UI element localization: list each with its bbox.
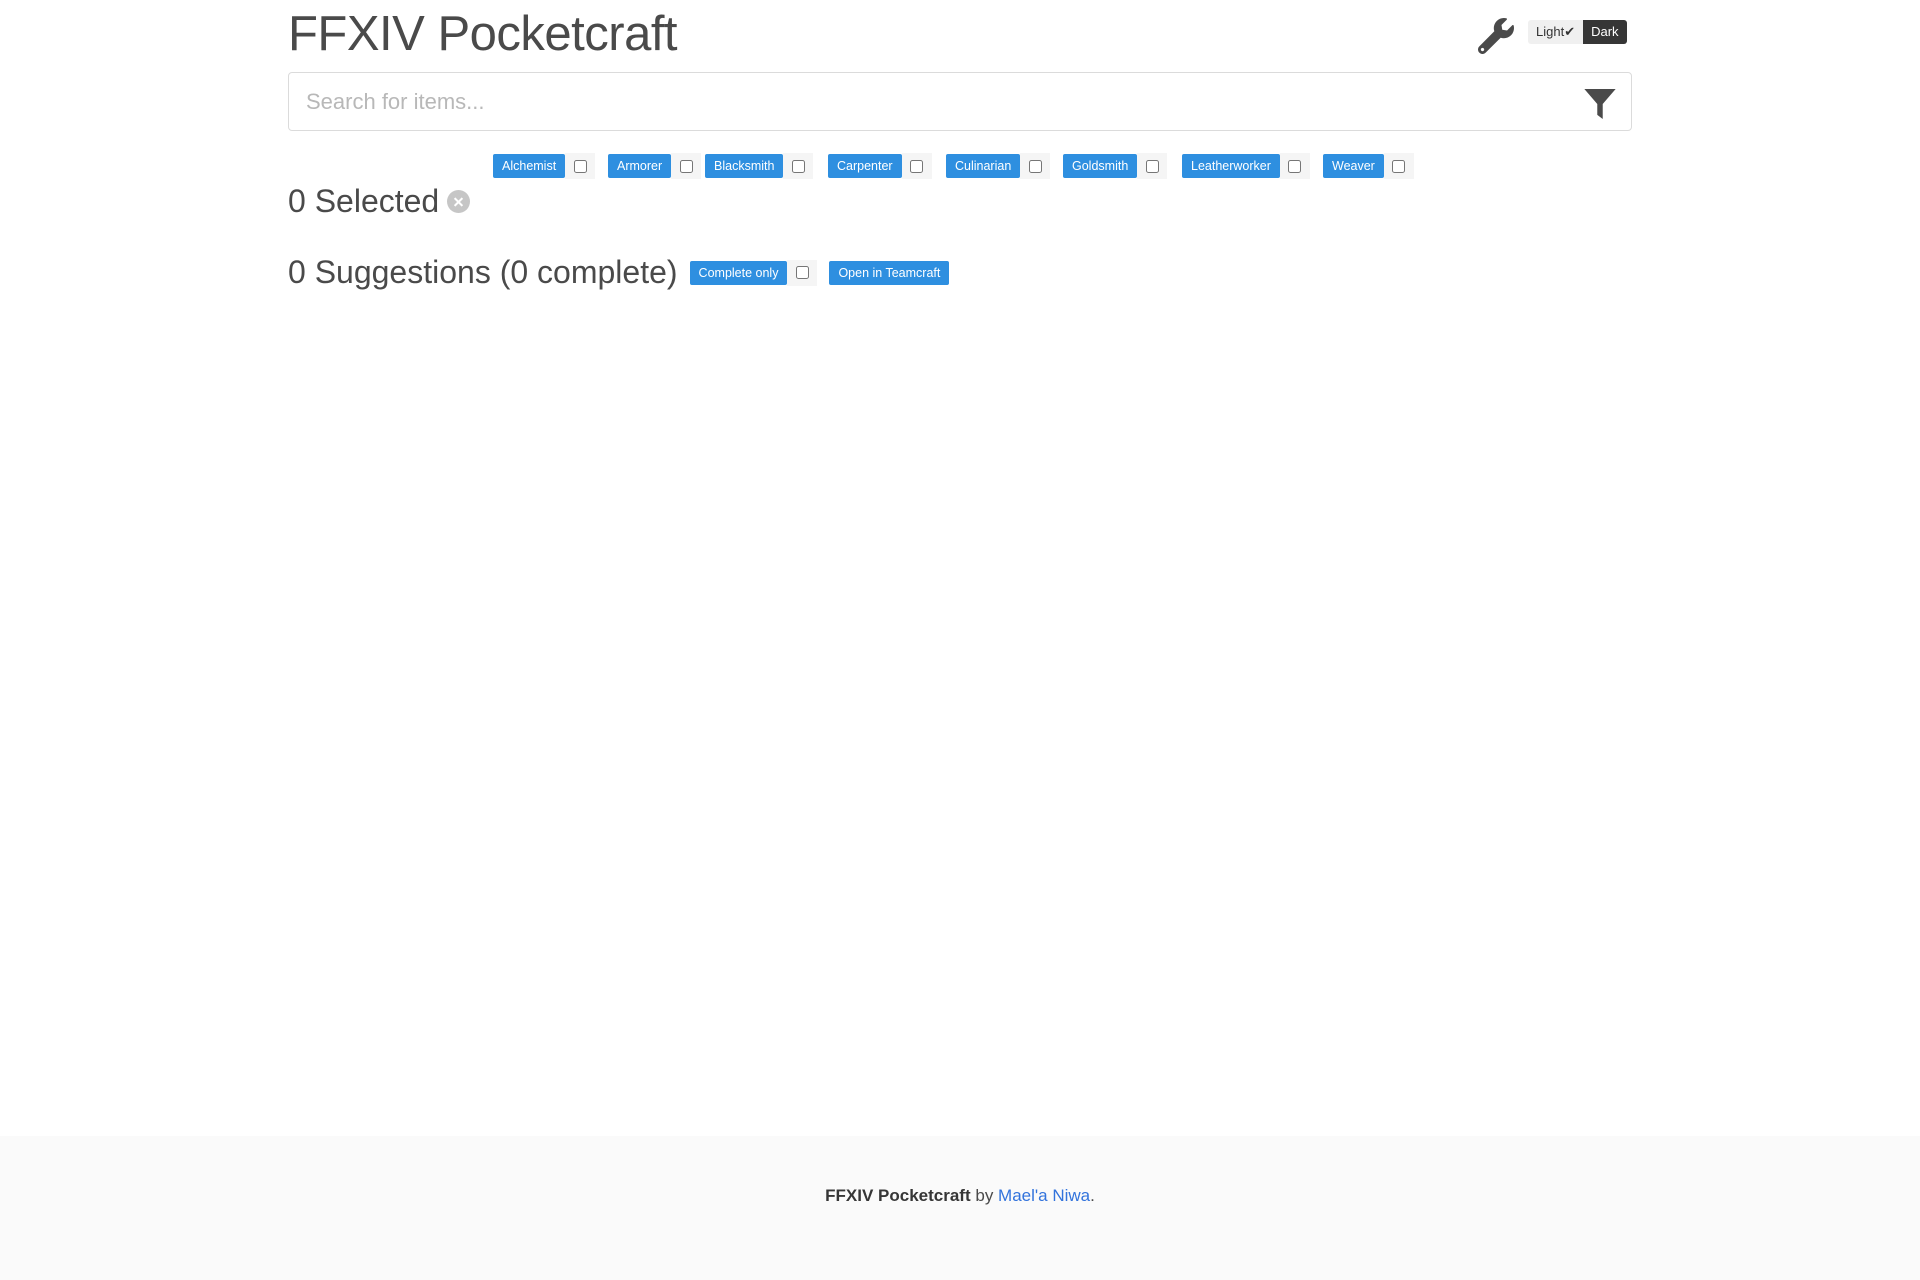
header: FFXIV Pocketcraft Light✔ Dark — [288, 0, 1632, 72]
selected-heading: 0 Selected — [288, 183, 440, 219]
job-checkbox[interactable] — [791, 159, 805, 173]
job-checkbox-wrap — [671, 153, 702, 179]
main-container: FFXIV Pocketcraft Light✔ Dark Alchemist … — [288, 0, 1632, 290]
job-tag[interactable]: Leatherworker — [1182, 154, 1280, 178]
job-checkbox-wrap — [1383, 153, 1414, 179]
search-input[interactable] — [289, 73, 1549, 130]
footer-text: FFXIV Pocketcraft by Mael'a Niwa. — [0, 1186, 1920, 1206]
suggestions-section: 0 Suggestions (0 complete) Complete only… — [288, 254, 950, 291]
job-checkbox-wrap — [565, 153, 596, 179]
job-tag[interactable]: Carpenter — [828, 154, 902, 178]
footer-app-name: FFXIV Pocketcraft — [825, 1186, 971, 1205]
job-tag[interactable]: Weaver — [1323, 154, 1384, 178]
theme-toggle: Light✔ Dark — [1528, 20, 1627, 44]
job-tag[interactable]: Blacksmith — [705, 154, 784, 178]
job-checkbox[interactable] — [573, 159, 587, 173]
complete-only-checkbox[interactable] — [795, 266, 809, 279]
selected-section: 0 Selected — [288, 183, 471, 220]
job-checkbox[interactable] — [1288, 159, 1302, 173]
job-tag[interactable]: Alchemist — [493, 154, 566, 178]
job-filter-weaver: Weaver — [1323, 153, 1414, 179]
job-checkbox-wrap — [783, 153, 814, 179]
theme-dark-option[interactable]: Dark — [1583, 20, 1627, 44]
footer: FFXIV Pocketcraft by Mael'a Niwa. — [0, 1136, 1920, 1280]
job-checkbox[interactable] — [679, 159, 693, 173]
job-checkbox-wrap — [1020, 153, 1051, 179]
complete-only-tag[interactable]: Complete only — [689, 260, 788, 285]
page-title: FFXIV Pocketcraft — [288, 7, 678, 61]
job-tag[interactable]: Culinarian — [946, 154, 1021, 178]
job-filter-culinarian: Culinarian — [946, 153, 1051, 179]
job-checkbox[interactable] — [1028, 159, 1042, 173]
job-filter-carpenter: Carpenter — [828, 153, 932, 179]
job-checkbox[interactable] — [910, 159, 924, 173]
job-tag[interactable]: Goldsmith — [1063, 154, 1138, 178]
suggestions-heading: 0 Suggestions (0 complete) — [288, 254, 678, 290]
job-checkbox-wrap — [1137, 153, 1168, 179]
job-checkbox[interactable] — [1392, 159, 1406, 173]
job-checkbox-wrap — [1279, 153, 1310, 179]
complete-only-checkbox-wrap — [787, 259, 818, 286]
wrench-icon[interactable] — [1478, 18, 1514, 54]
filter-icon[interactable] — [1583, 87, 1617, 121]
job-checkbox-wrap — [901, 153, 932, 179]
theme-light-option[interactable]: Light✔ — [1528, 20, 1584, 44]
job-filter-leatherworker: Leatherworker — [1182, 153, 1310, 179]
author-link[interactable]: Mael'a Niwa — [998, 1186, 1090, 1205]
job-filter-blacksmith: Blacksmith — [705, 153, 814, 179]
job-filter-goldsmith: Goldsmith — [1063, 153, 1168, 179]
job-filter-alchemist: Alchemist — [493, 153, 596, 179]
job-checkbox[interactable] — [1145, 159, 1159, 173]
search-box — [288, 72, 1632, 131]
footer-period: . — [1090, 1186, 1095, 1205]
job-tag[interactable]: Armorer — [608, 154, 672, 178]
job-filter-armorer: Armorer — [608, 153, 702, 179]
close-circle-icon[interactable] — [447, 190, 471, 213]
open-teamcraft-button[interactable]: Open in Teamcraft — [829, 260, 950, 285]
footer-by: by — [970, 1186, 999, 1205]
